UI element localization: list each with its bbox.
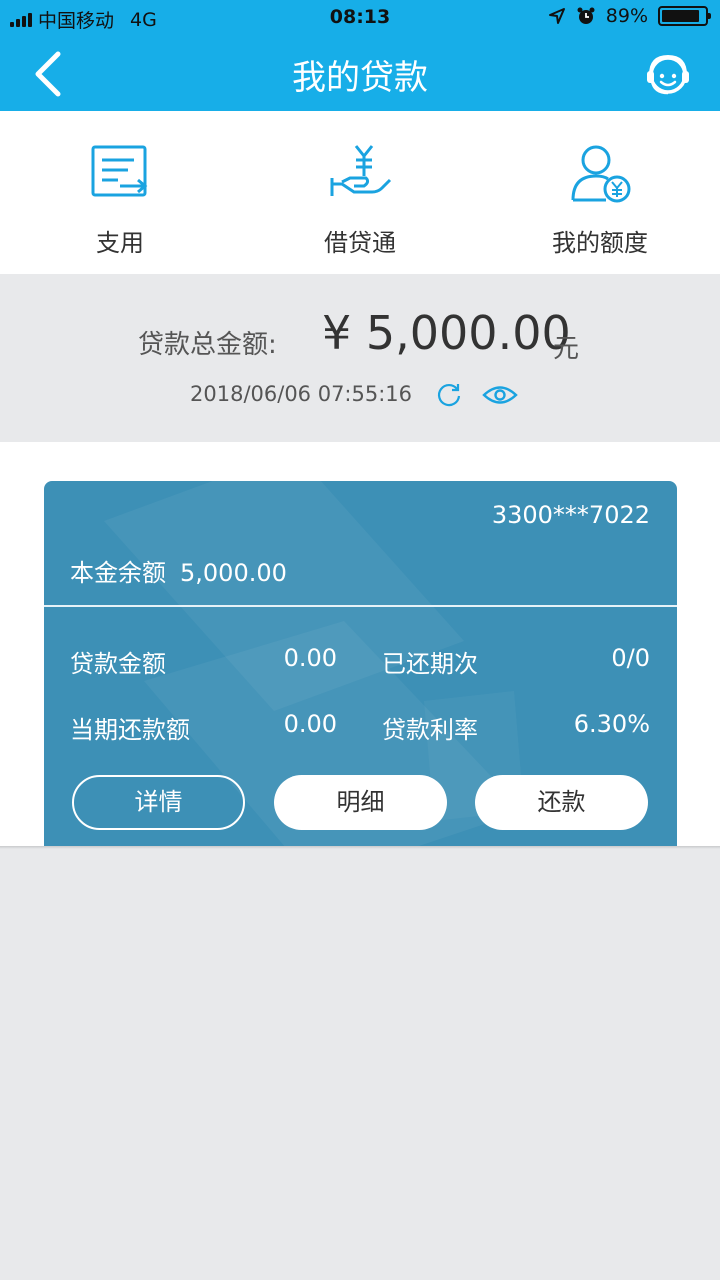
principal-label: 本金余额 bbox=[70, 559, 166, 587]
repaid-periods-value: 0/0 bbox=[611, 644, 650, 672]
status-bar: 中国移动 4G 08:13 89% bbox=[0, 0, 720, 36]
refresh-icon[interactable] bbox=[436, 382, 462, 408]
details-button[interactable]: 详情 bbox=[72, 775, 245, 830]
update-timestamp: 2018/06/06 07:55:16 bbox=[190, 382, 413, 406]
hand-yuan-icon bbox=[330, 145, 392, 196]
shortcut-label: 我的额度 bbox=[552, 229, 648, 257]
loan-card[interactable]: 3300***7022 本金余额 5,000.00 贷款金额 0.00 已还期次 … bbox=[44, 481, 677, 846]
interest-rate-value: 6.30% bbox=[573, 710, 650, 738]
battery-icon bbox=[658, 6, 711, 26]
currency-unit: 元 bbox=[553, 334, 580, 364]
total-amount-label: 贷款总金额: bbox=[138, 330, 277, 360]
principal-balance: 本金余额 5,000.00 bbox=[70, 553, 287, 588]
page-title: 我的贷款 bbox=[292, 58, 428, 98]
alarm-icon bbox=[577, 7, 595, 24]
app-header: 中国移动 4G 08:13 89% 我的贷款 bbox=[0, 0, 720, 111]
eye-icon[interactable] bbox=[482, 384, 518, 406]
total-amount-value: ¥ 5,000.00 bbox=[322, 306, 571, 360]
current-repayment-value: 0.00 bbox=[283, 710, 337, 738]
statement-button[interactable]: 明细 bbox=[274, 775, 447, 830]
current-repayment-label: 当期还款额 bbox=[70, 716, 190, 744]
shortcut-label: 借贷通 bbox=[324, 229, 396, 257]
account-number: 3300***7022 bbox=[491, 501, 650, 529]
loan-amount-value: 0.00 bbox=[283, 644, 337, 672]
battery-level bbox=[662, 10, 700, 22]
shortcut-withdraw[interactable]: 支用 bbox=[0, 111, 240, 274]
shortcut-my-quota[interactable]: 我的额度 bbox=[480, 111, 720, 274]
repay-button[interactable]: 还款 bbox=[475, 775, 648, 830]
battery-percent: 89% bbox=[605, 5, 648, 27]
principal-value: 5,000.00 bbox=[180, 559, 287, 587]
section-divider bbox=[0, 846, 720, 849]
location-arrow-icon bbox=[548, 8, 565, 24]
shortcut-loan-link[interactable]: 借贷通 bbox=[240, 111, 480, 274]
loan-summary: 贷款总金额: ¥ 5,000.00 元 2018/06/06 07:55:16 bbox=[0, 274, 720, 442]
shortcut-label: 支用 bbox=[96, 229, 144, 257]
card-divider bbox=[44, 605, 677, 607]
customer-service-icon[interactable] bbox=[644, 51, 692, 99]
withdraw-document-icon bbox=[91, 145, 148, 197]
repaid-periods-label: 已还期次 bbox=[382, 650, 478, 678]
shortcut-bar: 支用 借贷通 我的额度 bbox=[0, 111, 720, 274]
interest-rate-label: 贷款利率 bbox=[382, 716, 478, 744]
user-yuan-icon bbox=[571, 145, 631, 203]
loan-amount-label: 贷款金额 bbox=[70, 650, 166, 678]
